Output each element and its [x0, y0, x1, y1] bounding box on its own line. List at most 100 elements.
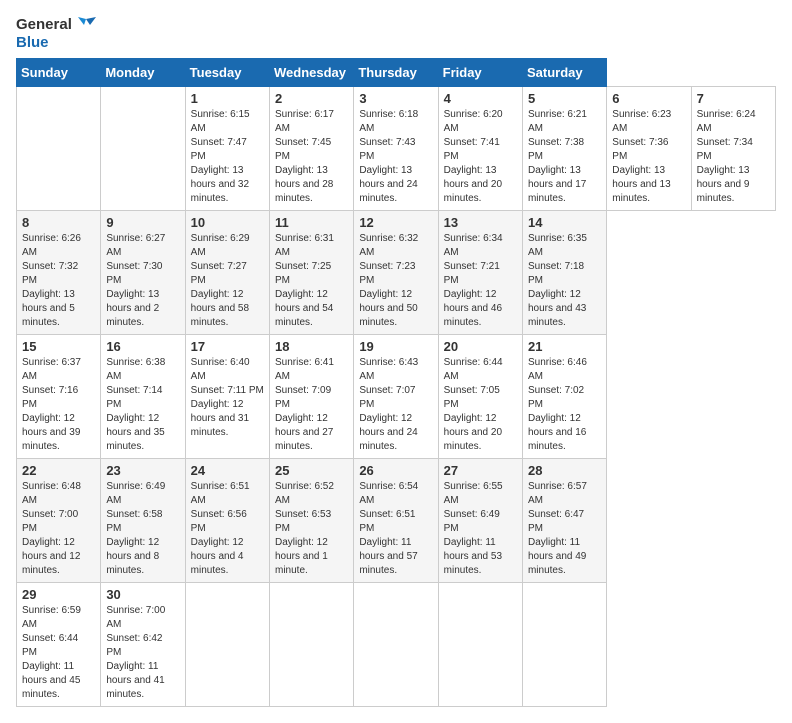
- cell-info: Sunrise: 6:37 AM Sunset: 7:16 PM Dayligh…: [22, 356, 95, 454]
- cell-info: Sunrise: 6:27 AM Sunset: 7:30 PM Dayligh…: [106, 232, 179, 330]
- daylight-text: Daylight: 12 hours and 31 minutes.: [191, 398, 264, 440]
- sunrise-text: Sunrise: 6:48 AM: [22, 480, 95, 508]
- sunrise-text: Sunrise: 6:52 AM: [275, 480, 348, 508]
- day-number: 2: [275, 91, 348, 106]
- sunset-text: Sunset: 7:34 PM: [697, 136, 770, 164]
- sunset-text: Sunset: 6:53 PM: [275, 508, 348, 536]
- day-header-thursday: Thursday: [354, 59, 438, 87]
- sunset-text: Sunset: 7:05 PM: [444, 384, 517, 412]
- cell-info: Sunrise: 6:23 AM Sunset: 7:36 PM Dayligh…: [612, 108, 685, 206]
- sunrise-text: Sunrise: 6:51 AM: [191, 480, 264, 508]
- daylight-text: Daylight: 13 hours and 28 minutes.: [275, 164, 348, 206]
- calendar-week-row: 15 Sunrise: 6:37 AM Sunset: 7:16 PM Dayl…: [17, 335, 776, 459]
- calendar-cell: 5 Sunrise: 6:21 AM Sunset: 7:38 PM Dayli…: [522, 87, 606, 211]
- cell-info: Sunrise: 6:15 AM Sunset: 7:47 PM Dayligh…: [191, 108, 264, 206]
- cell-info: Sunrise: 7:00 AM Sunset: 6:42 PM Dayligh…: [106, 604, 179, 702]
- sunset-text: Sunset: 7:21 PM: [444, 260, 517, 288]
- day-number: 15: [22, 339, 95, 354]
- sunrise-text: Sunrise: 6:57 AM: [528, 480, 601, 508]
- calendar-week-row: 29 Sunrise: 6:59 AM Sunset: 6:44 PM Dayl…: [17, 583, 776, 707]
- calendar-cell: 6 Sunrise: 6:23 AM Sunset: 7:36 PM Dayli…: [607, 87, 691, 211]
- calendar-cell: 25 Sunrise: 6:52 AM Sunset: 6:53 PM Dayl…: [269, 459, 353, 583]
- daylight-text: Daylight: 12 hours and 1 minute.: [275, 536, 348, 578]
- daylight-text: Daylight: 12 hours and 16 minutes.: [528, 412, 601, 454]
- sunrise-text: Sunrise: 6:27 AM: [106, 232, 179, 260]
- calendar-cell: 17 Sunrise: 6:40 AM Sunset: 7:11 PM Dayl…: [185, 335, 269, 459]
- calendar-cell: 8 Sunrise: 6:26 AM Sunset: 7:32 PM Dayli…: [17, 211, 101, 335]
- sunset-text: Sunset: 6:44 PM: [22, 632, 95, 660]
- daylight-text: Daylight: 13 hours and 2 minutes.: [106, 288, 179, 330]
- calendar-cell: 13 Sunrise: 6:34 AM Sunset: 7:21 PM Dayl…: [438, 211, 522, 335]
- sunrise-text: Sunrise: 6:20 AM: [444, 108, 517, 136]
- day-number: 3: [359, 91, 432, 106]
- sunrise-text: Sunrise: 6:55 AM: [444, 480, 517, 508]
- day-number: 4: [444, 91, 517, 106]
- day-number: 1: [191, 91, 264, 106]
- daylight-text: Daylight: 11 hours and 45 minutes.: [22, 660, 95, 702]
- sunset-text: Sunset: 7:36 PM: [612, 136, 685, 164]
- calendar-cell: 7 Sunrise: 6:24 AM Sunset: 7:34 PM Dayli…: [691, 87, 775, 211]
- cell-info: Sunrise: 6:31 AM Sunset: 7:25 PM Dayligh…: [275, 232, 348, 330]
- day-number: 29: [22, 587, 95, 602]
- calendar-cell: 28 Sunrise: 6:57 AM Sunset: 6:47 PM Dayl…: [522, 459, 606, 583]
- day-number: 25: [275, 463, 348, 478]
- daylight-text: Daylight: 12 hours and 54 minutes.: [275, 288, 348, 330]
- daylight-text: Daylight: 13 hours and 5 minutes.: [22, 288, 95, 330]
- sunset-text: Sunset: 7:23 PM: [359, 260, 432, 288]
- page-header: General Blue: [16, 16, 776, 52]
- calendar-week-row: 8 Sunrise: 6:26 AM Sunset: 7:32 PM Dayli…: [17, 211, 776, 335]
- day-number: 27: [444, 463, 517, 478]
- calendar-cell: 24 Sunrise: 6:51 AM Sunset: 6:56 PM Dayl…: [185, 459, 269, 583]
- calendar-week-row: 22 Sunrise: 6:48 AM Sunset: 7:00 PM Dayl…: [17, 459, 776, 583]
- sunrise-text: Sunrise: 6:34 AM: [444, 232, 517, 260]
- day-number: 28: [528, 463, 601, 478]
- day-number: 30: [106, 587, 179, 602]
- daylight-text: Daylight: 12 hours and 4 minutes.: [191, 536, 264, 578]
- day-number: 10: [191, 215, 264, 230]
- calendar-cell: 22 Sunrise: 6:48 AM Sunset: 7:00 PM Dayl…: [17, 459, 101, 583]
- daylight-text: Daylight: 12 hours and 58 minutes.: [191, 288, 264, 330]
- sunrise-text: Sunrise: 6:17 AM: [275, 108, 348, 136]
- day-number: 26: [359, 463, 432, 478]
- sunset-text: Sunset: 6:56 PM: [191, 508, 264, 536]
- sunset-text: Sunset: 6:49 PM: [444, 508, 517, 536]
- sunset-text: Sunset: 7:27 PM: [191, 260, 264, 288]
- cell-info: Sunrise: 6:54 AM Sunset: 6:51 PM Dayligh…: [359, 480, 432, 578]
- daylight-text: Daylight: 11 hours and 57 minutes.: [359, 536, 432, 578]
- sunrise-text: Sunrise: 6:23 AM: [612, 108, 685, 136]
- daylight-text: Daylight: 12 hours and 12 minutes.: [22, 536, 95, 578]
- calendar-cell: 4 Sunrise: 6:20 AM Sunset: 7:41 PM Dayli…: [438, 87, 522, 211]
- day-header-wednesday: Wednesday: [269, 59, 353, 87]
- cell-info: Sunrise: 6:57 AM Sunset: 6:47 PM Dayligh…: [528, 480, 601, 578]
- daylight-text: Daylight: 13 hours and 9 minutes.: [697, 164, 770, 206]
- sunrise-text: Sunrise: 6:38 AM: [106, 356, 179, 384]
- calendar-cell: 16 Sunrise: 6:38 AM Sunset: 7:14 PM Dayl…: [101, 335, 185, 459]
- cell-info: Sunrise: 6:51 AM Sunset: 6:56 PM Dayligh…: [191, 480, 264, 578]
- day-header-saturday: Saturday: [522, 59, 606, 87]
- day-header-tuesday: Tuesday: [185, 59, 269, 87]
- sunset-text: Sunset: 7:18 PM: [528, 260, 601, 288]
- sunrise-text: Sunrise: 6:26 AM: [22, 232, 95, 260]
- day-number: 20: [444, 339, 517, 354]
- cell-info: Sunrise: 6:48 AM Sunset: 7:00 PM Dayligh…: [22, 480, 95, 578]
- cell-info: Sunrise: 6:32 AM Sunset: 7:23 PM Dayligh…: [359, 232, 432, 330]
- cell-info: Sunrise: 6:41 AM Sunset: 7:09 PM Dayligh…: [275, 356, 348, 454]
- day-number: 19: [359, 339, 432, 354]
- calendar-cell: 10 Sunrise: 6:29 AM Sunset: 7:27 PM Dayl…: [185, 211, 269, 335]
- sunset-text: Sunset: 7:30 PM: [106, 260, 179, 288]
- calendar-cell: [185, 583, 269, 707]
- sunrise-text: Sunrise: 6:32 AM: [359, 232, 432, 260]
- sunset-text: Sunset: 7:32 PM: [22, 260, 95, 288]
- daylight-text: Daylight: 12 hours and 46 minutes.: [444, 288, 517, 330]
- sunset-text: Sunset: 7:14 PM: [106, 384, 179, 412]
- sunset-text: Sunset: 7:00 PM: [22, 508, 95, 536]
- cell-info: Sunrise: 6:52 AM Sunset: 6:53 PM Dayligh…: [275, 480, 348, 578]
- sunrise-text: Sunrise: 6:15 AM: [191, 108, 264, 136]
- day-number: 7: [697, 91, 770, 106]
- calendar-cell: 14 Sunrise: 6:35 AM Sunset: 7:18 PM Dayl…: [522, 211, 606, 335]
- cell-info: Sunrise: 6:38 AM Sunset: 7:14 PM Dayligh…: [106, 356, 179, 454]
- cell-info: Sunrise: 6:49 AM Sunset: 6:58 PM Dayligh…: [106, 480, 179, 578]
- calendar-cell: 20 Sunrise: 6:44 AM Sunset: 7:05 PM Dayl…: [438, 335, 522, 459]
- cell-info: Sunrise: 6:35 AM Sunset: 7:18 PM Dayligh…: [528, 232, 601, 330]
- day-number: 14: [528, 215, 601, 230]
